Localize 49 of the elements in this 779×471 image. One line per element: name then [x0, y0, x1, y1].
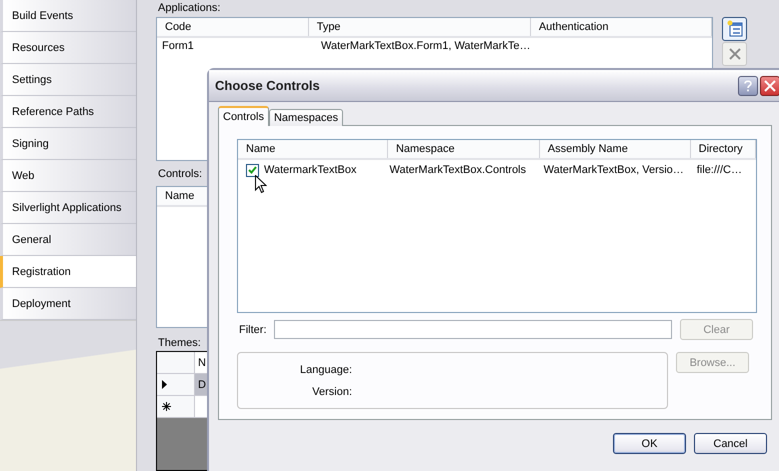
column-header[interactable]: Type — [308, 18, 531, 36]
ok-button[interactable]: OK — [613, 433, 686, 454]
help-icon — [744, 80, 752, 92]
info-label: Version: — [311, 386, 352, 398]
add-button[interactable] — [722, 17, 747, 41]
sidebar-item[interactable]: Silverlight Applications — [0, 192, 136, 224]
list-cell-text: WaterMarkTextBox, Versio… — [542, 164, 685, 176]
tab[interactable]: Namespaces — [268, 109, 344, 126]
form-add-icon — [726, 20, 744, 38]
current-row-icon — [162, 380, 167, 389]
cancel-button[interactable]: Cancel — [694, 433, 767, 454]
column-header[interactable]: Name — [238, 140, 388, 158]
column-header[interactable]: Assembly Name — [540, 140, 691, 158]
row-header[interactable] — [157, 396, 195, 418]
controls-label: Controls: — [157, 167, 202, 181]
column-header[interactable]: Code — [157, 18, 309, 36]
list-cell-text: WatermarkTextBox — [264, 164, 358, 176]
new-row-icon — [162, 402, 171, 411]
column-header[interactable]: Authentication — [530, 18, 712, 36]
close-button[interactable] — [760, 76, 779, 96]
sidebar-item[interactable]: Web — [0, 160, 136, 192]
mouse-cursor-icon — [255, 175, 267, 194]
sidebar-item[interactable]: Signing — [0, 128, 136, 160]
sidebar-item[interactable]: Settings — [0, 64, 136, 96]
row-header[interactable] — [157, 374, 195, 396]
close-icon — [728, 47, 742, 61]
sidebar-item[interactable]: Build Events — [0, 0, 136, 32]
tab[interactable]: Controls — [218, 106, 269, 126]
filter-label: Filter: — [238, 324, 268, 336]
sidebar-item[interactable]: Deployment — [0, 288, 136, 320]
check-icon — [248, 166, 257, 174]
close-icon — [764, 80, 776, 92]
help-button[interactable] — [738, 76, 758, 96]
checkbox[interactable] — [246, 164, 259, 176]
sidebar-item[interactable]: Resources — [0, 32, 136, 64]
applications-label: Applications: — [157, 1, 220, 15]
list-cell-text: file:///C… — [696, 164, 743, 176]
filter-field[interactable] — [274, 320, 672, 339]
list-cell-text: WaterMarkTextBox.Controls — [388, 164, 528, 176]
sidebar-item[interactable]: General — [0, 224, 136, 256]
info-label: Language: — [299, 364, 352, 376]
themes-label: Themes: — [157, 336, 201, 350]
table-cell-text: Form1 — [161, 40, 195, 52]
sidebar-item[interactable]: Reference Paths — [0, 96, 136, 128]
sidebar-item[interactable]: Registration — [0, 256, 136, 288]
column-header[interactable]: Directory — [690, 140, 756, 158]
dialog-title: Choose Controls — [215, 78, 320, 93]
table-cell-text: WaterMarkTextBox.Form1, WaterMarkTe… — [320, 40, 532, 52]
column-header[interactable]: Namespace — [388, 140, 540, 158]
